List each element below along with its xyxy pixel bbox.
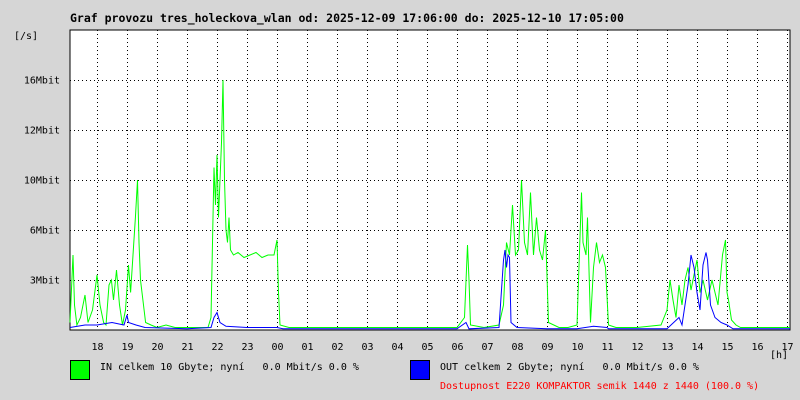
x-tick-label: 16 [751,342,763,353]
x-tick-label: 10 [571,342,583,353]
x-tick-label: 01 [301,342,313,353]
x-tick-label: 05 [421,342,433,353]
y-tick-label: 12Mbit [24,126,60,137]
chart-panel: 18 19 20 21 22 23 00 01 02 03 04 05 06 07 08 09 10 11 12 13… [0,0,800,400]
y-tick-label: 10Mbit [24,176,60,187]
availability-text: Dostupnost E220 KOMPAKTOR semik 1440 z 1… [440,381,760,392]
legend-in-swatch [70,360,90,380]
traffic-chart: 18 19 20 21 22 23 00 01 02 03 04 05 06 07 08 09 10 11 12 13… [24,29,794,353]
x-tick-label: 14 [691,342,703,353]
x-tick-label: 18 [91,342,103,353]
x-tick-label: 12 [631,342,643,353]
x-tick-label: 11 [601,342,613,353]
x-tick-label: 09 [541,342,553,353]
x-tick-label: 08 [511,342,523,353]
chart-title: Graf provozu tres_holeckova_wlan od: 202… [70,11,624,25]
y-axis-label: [/s] [14,31,39,42]
y-tick-label: 6Mbit [30,226,60,237]
y-tick-label: 16Mbit [24,76,60,87]
x-tick-label: 03 [361,342,373,353]
x-tick-label: 13 [661,342,673,353]
x-tick-label: 00 [271,342,283,353]
x-tick-label: 23 [241,342,253,353]
legend-out-swatch [410,360,430,380]
x-tick-label: 22 [211,342,223,353]
x-tick-label: 06 [451,342,463,353]
x-axis-label: [h] [770,350,789,361]
legend-in-text: IN celkem 10 Gbyte; nyní 0.0 Mbit/s 0.0 … [100,362,359,373]
x-tick-label: 21 [181,342,193,353]
x-tick-label: 15 [721,342,733,353]
x-tick-label: 20 [151,342,163,353]
x-tick-label: 07 [481,342,493,353]
x-tick-label: 19 [121,342,133,353]
x-tick-label: 02 [331,342,343,353]
x-tick-label: 04 [391,342,403,353]
y-tick-label: 3Mbit [30,276,60,287]
legend-out-text: OUT celkem 2 Gbyte; nyní 0.0 Mbit/s 0.0 … [440,362,699,373]
